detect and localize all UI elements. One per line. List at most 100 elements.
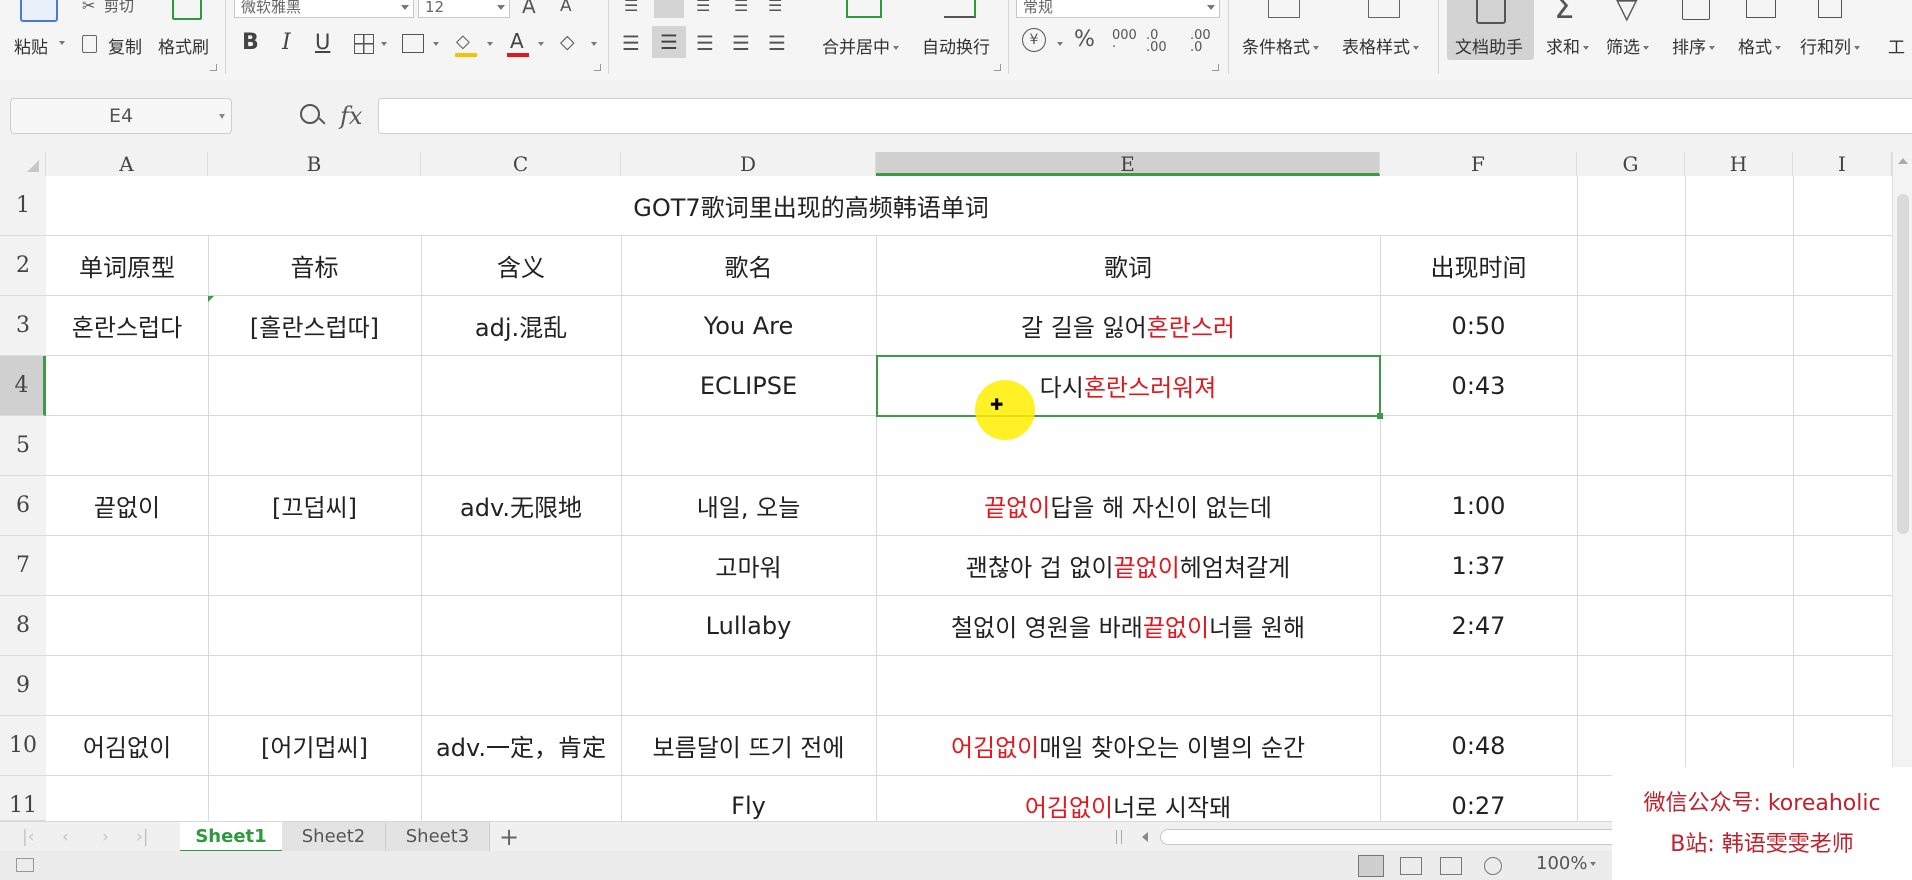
zoom-dropdown-icon[interactable] [1590,862,1597,866]
tab-splitter-icon[interactable] [1116,830,1122,844]
border-dropdown-icon[interactable] [381,42,387,46]
song-cell[interactable]: 보름달이 뜨기 전에 [621,716,876,775]
add-sheet-button[interactable]: + [494,822,524,852]
header-cell[interactable]: 歌名 [621,236,876,295]
worksheet-button[interactable]: 工 [1888,33,1905,58]
horizontal-scrollbar[interactable] [1140,827,1640,847]
align-bottom-icon[interactable]: ☰ [696,0,710,15]
row-header[interactable]: 7 [0,536,46,596]
time-cell[interactable]: 1:00 [1380,476,1577,535]
header-cell[interactable]: 音标 [208,236,421,295]
song-cell[interactable]: You Are [621,296,876,355]
first-sheet-icon[interactable]: |‹ [22,827,35,847]
header-cell[interactable]: 歌词 [876,236,1380,295]
time-cell[interactable]: 0:43 [1380,356,1577,415]
lyric-cell[interactable]: 어김없이 매일 찾아오는 이별의 순간 [876,716,1380,775]
distribute-icon[interactable]: ☰ [768,31,786,55]
merge-center-button[interactable]: 合并居中 [822,33,899,58]
word-cell[interactable]: 끝없이 [46,476,208,535]
table-style-dropdown-icon[interactable] [1413,46,1419,50]
formula-input[interactable] [378,98,1912,134]
column-header-selected[interactable]: E [876,152,1380,176]
column-header[interactable]: D [621,152,876,176]
underline-icon[interactable]: U [315,30,330,54]
song-cell[interactable]: ECLIPSE [621,356,876,415]
header-cell[interactable]: 含义 [421,236,621,295]
merge-style-dropdown-icon[interactable] [433,42,439,46]
increase-font-icon[interactable]: A [522,0,536,18]
fill-handle[interactable] [1377,413,1383,419]
header-cell[interactable]: 出现时间 [1380,236,1577,295]
row-header-selected[interactable]: 4 [0,356,46,416]
conditional-format-button[interactable]: 条件格式 [1242,33,1319,58]
tab-sheet2[interactable]: Sheet2 [282,822,386,852]
format-dropdown-icon[interactable] [1775,46,1781,50]
wrap-text-button[interactable]: 自动换行 [922,33,990,58]
cut-button[interactable]: 剪切 [104,0,134,16]
meaning-cell[interactable]: adj.混乱 [421,296,621,355]
song-cell[interactable]: 고마워 [621,536,876,595]
align-left-icon[interactable]: ☰ [622,31,640,55]
name-box[interactable]: E4 [10,98,232,134]
vertical-scrollbar[interactable] [1892,152,1912,821]
row-header[interactable]: 8 [0,596,46,656]
border-icon[interactable] [354,34,374,54]
row-header[interactable]: 5 [0,416,46,476]
currency-icon[interactable]: ¥ [1022,28,1046,52]
column-header[interactable]: G [1577,152,1685,176]
zoom-search-icon[interactable] [300,104,320,124]
column-header[interactable]: F [1380,152,1577,176]
time-cell[interactable]: 2:47 [1380,596,1577,655]
merge-dropdown-icon[interactable] [893,46,899,50]
row-header[interactable]: 10 [0,716,46,776]
justify-icon[interactable]: ☰ [732,31,750,55]
row-header[interactable]: 9 [0,656,46,716]
bold-icon[interactable]: B [242,30,259,55]
song-cell[interactable]: Fly [621,776,876,821]
paste-icon[interactable] [20,0,58,22]
conditional-dropdown-icon[interactable] [1313,46,1319,50]
sum-dropdown-icon[interactable] [1583,46,1589,50]
next-sheet-icon[interactable]: › [102,827,109,847]
horizontal-scroll-thumb[interactable] [1160,829,1640,845]
meaning-cell[interactable]: adv.一定，肯定 [421,716,621,775]
copy-button[interactable]: 复制 [108,33,142,58]
filter-dropdown-icon[interactable] [1643,46,1649,50]
increase-indent-icon[interactable]: ☰ [768,0,782,15]
decrease-font-icon[interactable]: A [560,0,572,16]
lyric-cell[interactable]: 괜찮아 겁 없이 끝없이 헤엄쳐갈게 [876,536,1380,595]
clear-format-dropdown-icon[interactable] [591,42,597,46]
font-color-dropdown-icon[interactable] [538,42,544,46]
lyric-cell[interactable]: 어김없이 너로 시작돼 [876,776,1380,821]
align-right-icon[interactable]: ☰ [696,31,714,55]
fill-color-icon[interactable]: ◇ [456,31,470,52]
word-cell[interactable]: 혼란스럽다 [46,296,208,355]
pronunciation-cell[interactable]: [끄덥씨] [208,476,421,535]
row-header[interactable]: 3 [0,296,46,356]
font-dialog-launcher[interactable] [594,64,601,71]
scroll-left-icon[interactable] [1142,832,1148,842]
sort-button[interactable]: 排序 [1672,33,1715,58]
vertical-scroll-thumb[interactable] [1897,194,1909,534]
column-header[interactable]: I [1793,152,1892,176]
meaning-cell[interactable]: adv.无限地 [421,476,621,535]
time-cell[interactable]: 0:27 [1380,776,1577,821]
column-header[interactable]: B [208,152,421,176]
table-style-button[interactable]: 表格样式 [1342,33,1419,58]
italic-icon[interactable]: I [282,30,291,55]
normal-view-icon[interactable] [1358,855,1384,877]
font-name-select[interactable]: 微软雅黑 [234,0,414,18]
decrease-indent-icon[interactable]: ☰ [734,0,748,15]
number-format-select[interactable]: 常规 [1016,0,1220,18]
format-painter-button[interactable]: 格式刷 [158,33,209,58]
align-top-icon[interactable]: ☰ [624,0,638,15]
lyric-cell[interactable]: 끝없이 답을 해 자신이 없는데 [876,476,1380,535]
filter-button[interactable]: 筛选 [1606,33,1649,58]
font-color-icon[interactable]: A [510,29,524,53]
sheet-title-cell[interactable]: GOT7歌词里出现的高频韩语单词 [46,176,1576,235]
paste-button[interactable]: 粘贴 [14,33,48,58]
thousands-icon[interactable]: 000 · [1112,29,1137,54]
number-dialog-launcher[interactable] [1212,64,1219,71]
increase-decimal-icon[interactable]: .0.00 [1146,29,1167,54]
doc-helper-button[interactable]: 文档助手 [1455,33,1523,58]
